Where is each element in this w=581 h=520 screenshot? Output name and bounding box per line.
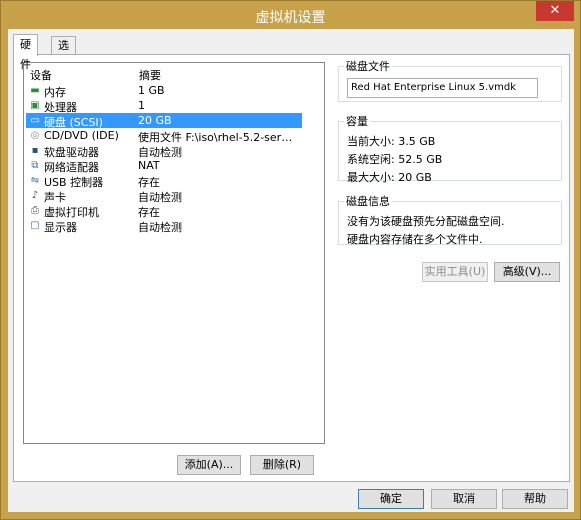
network-adapter-icon: ⧉ (31, 160, 39, 171)
memory-icon: ▬ (30, 85, 40, 96)
current-size: 当前大小: 3.5 GB (347, 135, 436, 148)
title-bar[interactable]: 虚拟机设置 ✕ (1, 1, 580, 29)
disk-info-group: 磁盘信息 没有为该硬盘预先分配磁盘空间. 硬盘内容存储在多个文件中. (338, 193, 562, 246)
device-summary: 20 GB (138, 114, 172, 127)
device-name: CD/DVD (IDE) (44, 129, 119, 142)
advanced-button[interactable]: 高级(V)... (494, 262, 560, 282)
device-summary: 自动检测 (138, 221, 182, 234)
disk-info-line-2: 硬盘内容存储在多个文件中. (347, 233, 483, 246)
close-icon: ✕ (549, 3, 561, 18)
tab-hardware[interactable]: 硬件 (13, 34, 38, 71)
capacity-group: 容量 当前大小: 3.5 GB 系统空闲: 52.5 GB 最大大小: 20 G… (338, 113, 562, 184)
close-button[interactable]: ✕ (536, 1, 574, 21)
device-row[interactable]: ▭ 硬盘 (SCSI) 20 GB (26, 113, 302, 129)
device-summary: NAT (138, 159, 160, 172)
disk-info-title: 磁盘信息 (346, 195, 390, 208)
disk-file-field[interactable]: Red Hat Enterprise Linux 5.vmdk (347, 78, 538, 98)
device-name: 显示器 (44, 221, 77, 234)
disk-info-line-1: 没有为该硬盘预先分配磁盘空间. (347, 215, 505, 228)
window-title: 虚拟机设置 (255, 10, 326, 26)
cancel-button[interactable]: 取消 (431, 489, 497, 509)
device-row[interactable]: ⧉ 网络适配器 NAT (26, 158, 302, 174)
ok-button[interactable]: 确定 (358, 489, 424, 509)
tab-options[interactable]: 选项 (51, 36, 76, 70)
vm-settings-window: 虚拟机设置 ✕ 硬件 选项 设备 摘要 ▬内存1 GB▣处理器1▭硬盘 (SCS… (0, 0, 581, 520)
device-row[interactable]: ⎙ 虚拟打印机 存在 (26, 203, 302, 219)
disk-file-title: 磁盘文件 (346, 60, 390, 73)
utilities-button[interactable]: 实用工具(U) (422, 262, 488, 282)
column-header-device[interactable]: 设备 (30, 67, 52, 83)
dialog-body: 硬件 选项 设备 摘要 ▬内存1 GB▣处理器1▭硬盘 (SCSI)20 GB◎… (8, 29, 574, 512)
floppy-icon: ▪ (31, 145, 39, 156)
max-size: 最大大小: 20 GB (347, 171, 432, 184)
hardware-tab-page: 设备 摘要 ▬ 内存 1 GB ▣ 处理器 1 ▭ 硬盘 (SCSI) 20 GB ◎ CD/DVD… (13, 54, 570, 482)
device-summary: 1 (138, 99, 145, 112)
display-icon: ▢ (30, 220, 40, 231)
processor-icon: ▣ (30, 100, 40, 111)
disk-file-group: 磁盘文件 Red Hat Enterprise Linux 5.vmdk (338, 58, 562, 102)
remove-button[interactable]: 删除(R) (250, 455, 314, 475)
device-row[interactable]: ▣ 处理器 1 (26, 98, 302, 114)
column-header-summary[interactable]: 摘要 (139, 67, 161, 83)
help-button[interactable]: 帮助 (502, 489, 568, 509)
device-row[interactable]: ▬ 内存 1 GB (26, 83, 302, 99)
device-row[interactable]: ◎ CD/DVD (IDE) 使用文件 F:\iso\rhel-5.2-server… (26, 128, 302, 144)
printer-icon: ⎙ (31, 205, 39, 216)
device-row[interactable]: ♪ 声卡 自动检测 (26, 188, 302, 204)
cd-dvd-icon: ◎ (30, 130, 40, 141)
sound-card-icon: ♪ (31, 190, 39, 201)
device-row[interactable]: ⇋ USB 控制器 存在 (26, 173, 302, 189)
device-list[interactable]: 设备 摘要 ▬ 内存 1 GB ▣ 处理器 1 ▭ 硬盘 (SCSI) 20 GB ◎ CD/DVD… (23, 62, 325, 444)
device-summary: 1 GB (138, 84, 165, 97)
usb-icon: ⇋ (30, 175, 40, 186)
device-row[interactable]: ▢ 显示器 自动检测 (26, 218, 302, 234)
capacity-title: 容量 (346, 115, 368, 128)
add-button[interactable]: 添加(A)... (177, 455, 241, 475)
free-space: 系统空闲: 52.5 GB (347, 153, 443, 166)
device-row[interactable]: ▪ 软盘驱动器 自动检测 (26, 143, 302, 159)
hard-disk-icon: ▭ (30, 115, 40, 126)
